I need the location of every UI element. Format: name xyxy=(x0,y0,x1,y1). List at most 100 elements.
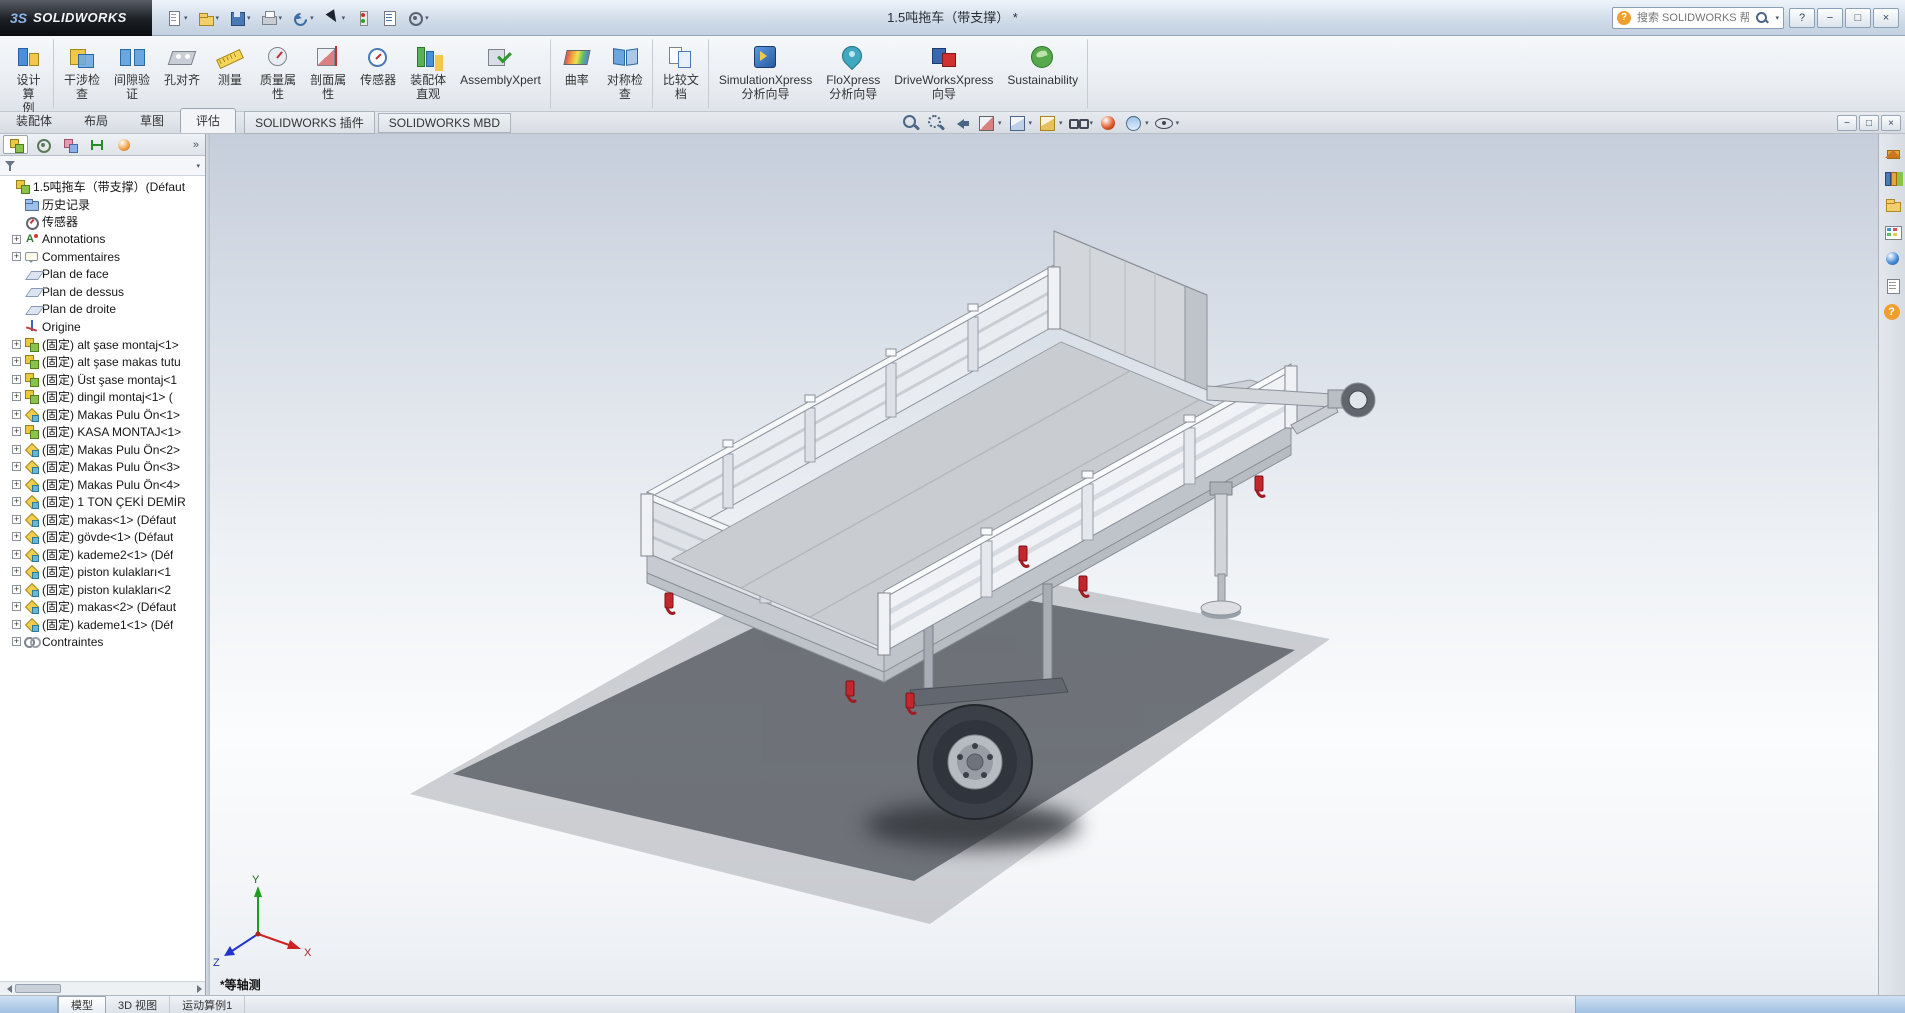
tree-expander[interactable]: + xyxy=(12,567,21,576)
tree-expander[interactable]: + xyxy=(12,620,21,629)
dropdown-arrow-icon[interactable]: ▾ xyxy=(998,119,1002,127)
ribbon-button[interactable]: 间隙验 证 xyxy=(107,39,157,109)
task-pane-tab[interactable] xyxy=(1881,166,1904,189)
tree-expander[interactable]: + xyxy=(12,550,21,559)
tree-item[interactable]: Plan de droite xyxy=(0,301,205,319)
latch-clamp[interactable] xyxy=(665,593,674,613)
search-icon[interactable] xyxy=(1755,11,1769,25)
tree-expander[interactable] xyxy=(12,287,21,296)
task-pane-tab[interactable] xyxy=(1881,274,1904,297)
document-window-button[interactable]: − xyxy=(1837,115,1857,131)
view-toolbar-button[interactable]: ▾ xyxy=(975,113,1003,133)
ribbon-button[interactable]: 设计算 例 xyxy=(6,39,54,109)
tree-item[interactable]: + Commentaires xyxy=(0,248,205,266)
dropdown-arrow-icon[interactable]: ▾ xyxy=(1059,119,1063,127)
panel-tab[interactable] xyxy=(3,135,28,154)
tree-expander[interactable]: + xyxy=(12,392,21,401)
tree-item[interactable]: Plan de face xyxy=(0,266,205,284)
tree-expander[interactable]: + xyxy=(12,410,21,419)
view-toolbar-button[interactable]: ▾ xyxy=(950,113,972,133)
window-button[interactable]: × xyxy=(1873,8,1899,28)
tree-item[interactable]: + (固定) alt şase makas tutu xyxy=(0,353,205,371)
tree-expander[interactable] xyxy=(12,305,21,314)
dropdown-arrow-icon[interactable]: ▾ xyxy=(342,14,346,22)
graphics-viewport[interactable]: Y X Z *等轴测 xyxy=(210,134,1878,995)
ribbon-button[interactable]: AssemblyXpert xyxy=(453,39,551,109)
tree-item[interactable]: + (固定) makas<1> (Défaut xyxy=(0,511,205,529)
corner-post[interactable] xyxy=(641,494,653,556)
tree-expander[interactable]: + xyxy=(12,585,21,594)
latch-clamp[interactable] xyxy=(1079,576,1088,596)
tree-item[interactable]: + (固定) Makas Pulu Ön<4> xyxy=(0,476,205,494)
task-pane-tab[interactable] xyxy=(1881,193,1904,216)
wheel[interactable] xyxy=(918,705,1032,819)
corner-post[interactable] xyxy=(1048,267,1060,329)
quick-toolbar-button[interactable]: ▾ xyxy=(225,6,255,30)
document-window-button[interactable]: × xyxy=(1881,115,1901,131)
tree-expander[interactable]: + xyxy=(12,252,21,261)
tree-item[interactable]: + Annotations xyxy=(0,231,205,249)
tree-item[interactable]: Origine xyxy=(0,318,205,336)
corner-post[interactable] xyxy=(878,593,890,655)
latch-clamp[interactable] xyxy=(906,693,915,713)
ribbon-button[interactable]: 测量 xyxy=(207,39,253,109)
tree-expander[interactable]: + xyxy=(12,340,21,349)
tree-expander[interactable]: + xyxy=(12,637,21,646)
quick-toolbar-button[interactable]: ▾ xyxy=(194,6,224,30)
view-toolbar-button[interactable]: ▾ xyxy=(1153,113,1181,133)
tree-expander[interactable]: + xyxy=(12,235,21,244)
tree-item[interactable]: + (固定) alt şase montaj<1> xyxy=(0,336,205,354)
task-pane-tab[interactable] xyxy=(1881,139,1904,162)
ribbon-button[interactable]: 比较文 档 xyxy=(656,39,709,109)
quick-toolbar-button[interactable]: ▾ xyxy=(320,6,350,30)
window-button[interactable]: □ xyxy=(1845,8,1871,28)
task-pane-tab[interactable] xyxy=(1881,247,1904,270)
tree-filter[interactable]: ▾ xyxy=(0,156,205,176)
task-pane-tab[interactable] xyxy=(1881,301,1904,324)
trailer-model[interactable]: Y X Z xyxy=(210,134,1878,995)
view-toolbar-button[interactable]: ▾ xyxy=(1122,113,1150,133)
tree-expander[interactable]: + xyxy=(12,375,21,384)
ribbon-button[interactable]: 装配体 直观 xyxy=(403,39,453,109)
quick-toolbar-button[interactable]: ▾ xyxy=(377,6,401,30)
tree-expander[interactable]: + xyxy=(12,445,21,454)
panel-tab[interactable] xyxy=(57,135,82,154)
addin-tab[interactable]: SOLIDWORKS MBD xyxy=(378,113,511,133)
ribbon-button[interactable]: 干涉检 查 xyxy=(57,39,107,109)
panel-expand-chevron[interactable]: » xyxy=(190,139,202,151)
view-toolbar-button[interactable]: ▾ xyxy=(1067,113,1095,133)
tree-item[interactable]: + (固定) Üst şase montaj<1 xyxy=(0,371,205,389)
window-button[interactable]: ? xyxy=(1789,8,1815,28)
addin-tab[interactable]: SOLIDWORKS 插件 xyxy=(244,111,375,134)
tree-item[interactable]: + (固定) piston kulakları<1 xyxy=(0,563,205,581)
latch-clamp[interactable] xyxy=(1255,476,1264,496)
dropdown-arrow-icon[interactable]: ▾ xyxy=(1029,119,1033,127)
tree-item[interactable]: Plan de dessus xyxy=(0,283,205,301)
command-tab[interactable]: 评估 xyxy=(180,108,236,133)
ribbon-button[interactable]: 对称检 查 xyxy=(600,39,653,109)
view-toolbar-button[interactable]: ▾ xyxy=(900,113,922,133)
panel-tab[interactable] xyxy=(30,135,55,154)
tree-expander[interactable]: + xyxy=(12,532,21,541)
tree-item[interactable]: + (固定) Makas Pulu Ön<3> xyxy=(0,458,205,476)
tree-expander[interactable] xyxy=(3,182,12,191)
tree-expander[interactable] xyxy=(12,322,21,331)
dropdown-arrow-icon[interactable]: ▾ xyxy=(216,14,220,22)
window-button[interactable]: − xyxy=(1817,8,1843,28)
panel-tab[interactable] xyxy=(84,135,109,154)
hitch-ring[interactable] xyxy=(1341,383,1375,417)
filter-dropdown-icon[interactable]: ▾ xyxy=(196,162,200,170)
ribbon-button[interactable]: FloXpress 分析向导 xyxy=(819,39,887,109)
status-tab[interactable]: 3D 视图 xyxy=(106,996,170,1013)
dropdown-arrow-icon[interactable]: ▾ xyxy=(1090,119,1094,127)
dropdown-arrow-icon[interactable]: ▾ xyxy=(1145,119,1149,127)
document-window-button[interactable]: □ xyxy=(1859,115,1879,131)
tree-expander[interactable]: + xyxy=(12,515,21,524)
ribbon-button[interactable]: 曲率 xyxy=(554,39,600,109)
ribbon-button[interactable]: 传感器 xyxy=(353,39,403,109)
ribbon-button[interactable]: Sustainability xyxy=(1000,39,1088,109)
view-toolbar-button[interactable]: ▾ xyxy=(1097,113,1119,133)
quick-toolbar-button[interactable]: ▾ xyxy=(288,6,318,30)
command-tab[interactable]: 装配体 xyxy=(0,108,68,133)
search-dropdown-icon[interactable]: ▾ xyxy=(1775,14,1779,22)
